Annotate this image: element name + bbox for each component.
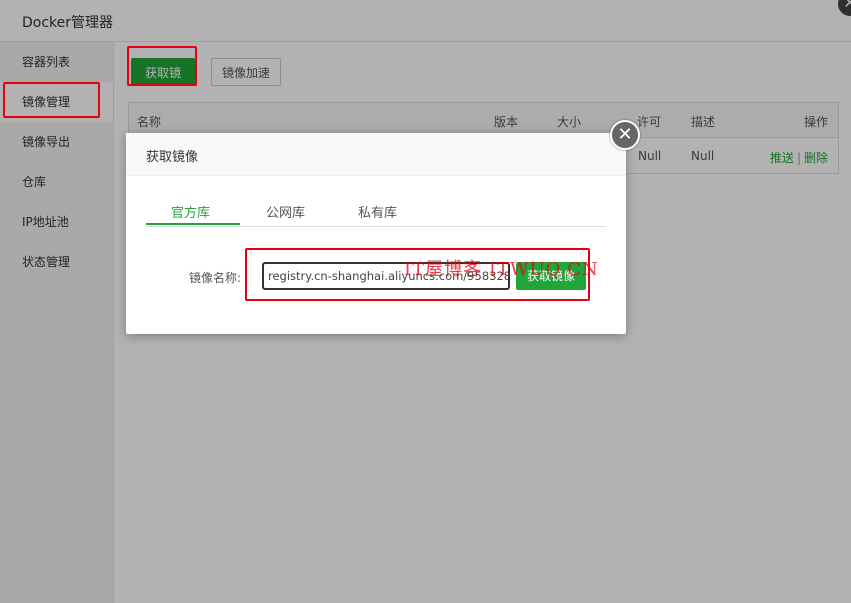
registry-tabs: 官方库 公网库 私有库	[146, 196, 606, 227]
watermark: IT屋博客 ITWUQ.CN	[404, 259, 599, 280]
image-name-label: 镜像名称:	[189, 271, 242, 285]
get-image-dialog: 获取镜像 官方库 公网库 私有库 镜像名称: registry.cn-shang…	[126, 133, 626, 334]
dialog-close-icon[interactable]: ✕	[610, 120, 640, 150]
tab-public-registry[interactable]: 公网库	[266, 202, 305, 221]
dialog-title: 获取镜像	[146, 150, 199, 165]
tab-private-registry[interactable]: 私有库	[358, 202, 397, 221]
dialog-header: 获取镜像	[126, 133, 626, 176]
active-tab-indicator	[146, 223, 240, 225]
tab-official-registry[interactable]: 官方库	[171, 202, 210, 221]
